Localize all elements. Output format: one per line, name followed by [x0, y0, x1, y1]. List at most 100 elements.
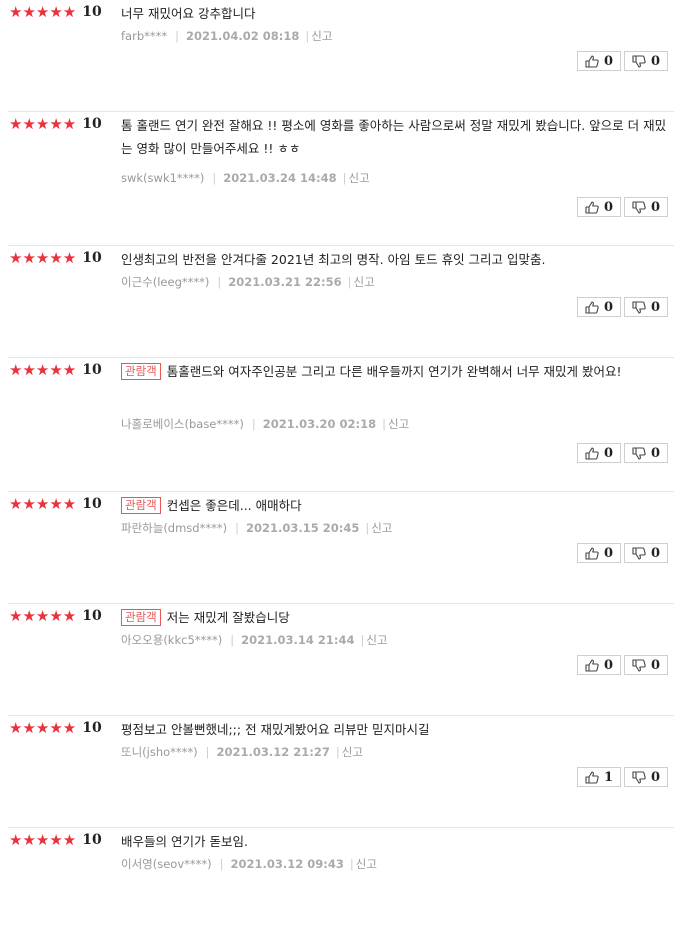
review-meta: swk(swk1****) | 2021.03.24 14:48 | 신고	[121, 171, 370, 185]
rating: ★★★★★ 10	[9, 250, 102, 266]
rating: ★★★★★ 10	[9, 362, 102, 378]
report-link[interactable]: 신고	[353, 275, 374, 289]
reviewer-id: 또니(jsho****)	[121, 745, 198, 759]
dislike-button[interactable]: 0	[624, 443, 668, 463]
thumbs-up-icon	[585, 54, 599, 68]
rating-score: 10	[82, 832, 102, 848]
reviewer-id: 나홀로베이스(base****)	[121, 417, 244, 431]
review-content: 배우들의 연기가 돋보임.	[121, 830, 676, 853]
review-content: 관람객 톰홀랜드와 여자주인공분 그리고 다른 배우들까지 연기가 완벽해서 너무…	[121, 360, 676, 383]
review-content: 인생최고의 반전을 안겨다줄 2021년 최고의 명작. 아임 토드 휴잇 그리…	[121, 248, 676, 271]
review-text: 톰홀랜드와 여자주인공분 그리고 다른 배우들까지 연기가 완벽해서 너무 재밌…	[166, 364, 622, 379]
like-count: 0	[603, 199, 614, 215]
like-button[interactable]: 0	[577, 543, 621, 563]
review-text: 인생최고의 반전을 안겨다줄 2021년 최고의 명작. 아임 토드 휴잇 그리…	[121, 252, 546, 267]
dislike-button[interactable]: 0	[624, 767, 668, 787]
review-text: 너무 재밌어요 강추합니다	[121, 6, 256, 21]
review-item: ★★★★★ 10 평점보고 안볼뻔했네;;; 전 재밌게봤어요 리뷰만 믿지마시길또…	[0, 716, 692, 828]
dislike-count: 0	[650, 657, 661, 673]
reviewer-id: 파란하늘(dmsd****)	[121, 521, 228, 535]
review-content: 관람객 저는 재밌게 잘봤습니당	[121, 606, 676, 629]
divider: |	[219, 857, 224, 871]
viewer-badge: 관람객	[121, 363, 161, 380]
like-button[interactable]: 0	[577, 51, 621, 71]
review-content: 평점보고 안볼뻔했네;;; 전 재밌게봤어요 리뷰만 믿지마시길	[121, 718, 676, 741]
review-item: ★★★★★ 10 인생최고의 반전을 안겨다줄 2021년 최고의 명작. 아임 토…	[0, 246, 692, 358]
like-button[interactable]: 1	[577, 767, 621, 787]
rating: ★★★★★ 10	[9, 832, 102, 848]
review-item: ★★★★★ 10 관람객 톰홀랜드와 여자주인공분 그리고 다른 배우들까지 연기가 …	[0, 358, 692, 492]
dislike-button[interactable]: 0	[624, 297, 668, 317]
divider: |	[251, 417, 256, 431]
rating: ★★★★★ 10	[9, 116, 102, 132]
reviewer-id: 이근수(leeg****)	[121, 275, 210, 289]
divider: |	[342, 171, 347, 185]
dislike-button[interactable]: 0	[624, 51, 668, 71]
review-item: ★★★★★ 10 너무 재밌어요 강추합니다 farb**** | 2021.04.02 …	[0, 0, 692, 112]
rating-score: 10	[82, 116, 102, 132]
review-list: ★★★★★ 10 너무 재밌어요 강추합니다 farb**** | 2021.04.02 …	[0, 0, 692, 940]
report-link[interactable]: 신고	[366, 633, 387, 647]
dislike-count: 0	[650, 769, 661, 785]
review-date: 2021.03.24 14:48	[223, 171, 337, 185]
like-button[interactable]: 0	[577, 655, 621, 675]
rating-score: 10	[82, 4, 102, 20]
report-link[interactable]: 신고	[388, 417, 409, 431]
viewer-badge: 관람객	[121, 609, 161, 626]
rating-score: 10	[82, 496, 102, 512]
divider: |	[360, 633, 365, 647]
dislike-button[interactable]: 0	[624, 543, 668, 563]
dislike-button[interactable]: 0	[624, 197, 668, 217]
rating: ★★★★★ 10	[9, 720, 102, 736]
review-item: ★★★★★ 10 관람객 컨셉은 좋은데... 애매하다 파란하늘(dmsd****) |…	[0, 492, 692, 604]
review-date: 2021.03.14 21:44	[241, 633, 355, 647]
review-meta: 나홀로베이스(base****) | 2021.03.20 02:18 | 신고	[121, 417, 409, 431]
vote-buttons: 00	[577, 297, 668, 317]
review-date: 2021.04.02 08:18	[186, 29, 300, 43]
divider: |	[349, 857, 354, 871]
divider: |	[382, 417, 386, 431]
dislike-count: 0	[650, 53, 661, 69]
report-link[interactable]: 신고	[342, 745, 363, 759]
dislike-count: 0	[650, 199, 661, 215]
review-meta: 아오오용(kkc5****) | 2021.03.14 21:44 | 신고	[121, 633, 388, 647]
report-link[interactable]: 신고	[356, 857, 377, 871]
review-meta: 이서영(seov****) | 2021.03.12 09:43 | 신고	[121, 857, 377, 871]
report-link[interactable]: 신고	[371, 521, 392, 535]
vote-buttons: 00	[577, 51, 668, 71]
review-date: 2021.03.12 21:27	[216, 745, 330, 759]
reviewer-id: farb****	[121, 29, 168, 43]
review-content: 관람객 컨셉은 좋은데... 애매하다	[121, 494, 676, 517]
review-item: ★★★★★ 10 관람객 저는 재밌게 잘봤습니당아오오용(kkc5****) | 202…	[0, 604, 692, 716]
star-rating-icon: ★★★★★	[9, 3, 77, 21]
like-button[interactable]: 0	[577, 443, 621, 463]
vote-buttons: 00	[577, 543, 668, 563]
report-link[interactable]: 신고	[349, 171, 370, 185]
like-button[interactable]: 0	[577, 197, 621, 217]
review-text: 평점보고 안볼뻔했네;;; 전 재밌게봤어요 리뷰만 믿지마시길	[121, 722, 430, 737]
review-content: 톰 홀랜드 연기 완전 잘해요 !! 평소에 영화를 좋아하는 사람으로써 정말…	[121, 114, 676, 160]
review-date: 2021.03.21 22:56	[228, 275, 342, 289]
thumbs-up-icon	[585, 446, 599, 460]
like-button[interactable]: 0	[577, 297, 621, 317]
rating-score: 10	[82, 362, 102, 378]
thumbs-up-icon	[585, 300, 599, 314]
divider: |	[235, 521, 239, 535]
dislike-count: 0	[650, 445, 661, 461]
dislike-button[interactable]: 0	[624, 655, 668, 675]
divider: |	[205, 745, 210, 759]
vote-buttons: 00	[577, 197, 668, 217]
thumbs-up-icon	[585, 546, 599, 560]
like-count: 0	[603, 657, 614, 673]
review-text: 컨셉은 좋은데... 애매하다	[166, 498, 302, 513]
thumbs-up-icon	[585, 200, 599, 214]
rating: ★★★★★ 10	[9, 608, 102, 624]
star-rating-icon: ★★★★★	[9, 831, 77, 849]
star-rating-icon: ★★★★★	[9, 115, 77, 133]
reviewer-id: 아오오용(kkc5****)	[121, 633, 223, 647]
rating-score: 10	[82, 608, 102, 624]
divider: |	[230, 633, 235, 647]
divider: |	[335, 745, 340, 759]
divider: |	[347, 275, 352, 289]
report-link[interactable]: 신고	[311, 29, 332, 43]
